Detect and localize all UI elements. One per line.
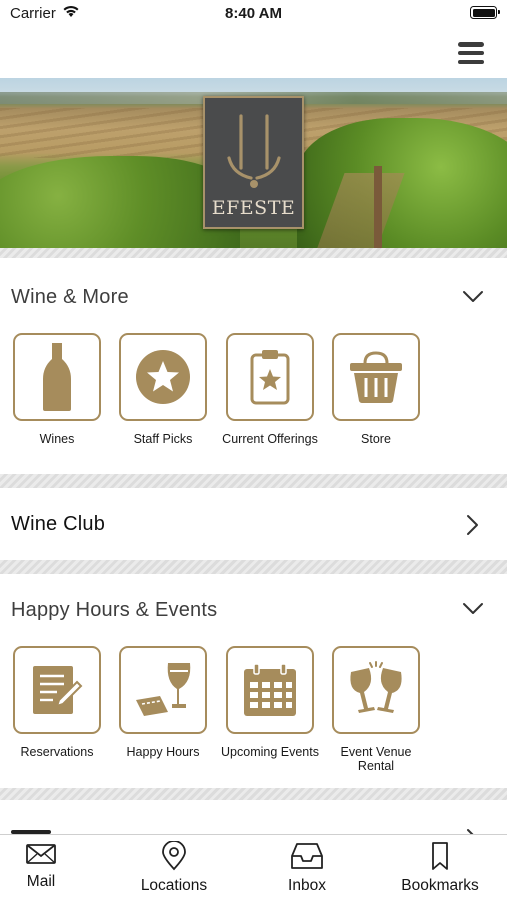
nav-bar: [0, 30, 507, 78]
tile-staff-picks[interactable]: [119, 333, 207, 421]
hero-banner-image: EFESTE: [0, 78, 507, 248]
chevron-right-icon[interactable]: [466, 514, 480, 536]
tile-event-venue-rental[interactable]: [332, 646, 420, 734]
section-title-wine-more[interactable]: Wine & More: [11, 286, 129, 309]
star-icon: [136, 350, 190, 404]
logo-mark-icon: [227, 114, 281, 188]
tile-reservations[interactable]: [13, 646, 101, 734]
tile-label-current-offerings: Current Offerings: [222, 432, 318, 446]
section-divider: [0, 248, 507, 258]
calendar-icon: [244, 663, 296, 716]
section-divider: [0, 560, 507, 574]
section-title-happy-hours-events[interactable]: Happy Hours & Events: [11, 599, 217, 622]
section-title-wine-club[interactable]: Wine Club: [11, 513, 105, 536]
battery-icon: [470, 6, 500, 19]
wine-bottle-icon: [43, 343, 71, 411]
tile-label-upcoming-events: Upcoming Events: [221, 745, 319, 759]
bookmark-icon: [432, 842, 448, 870]
tile-label-happy-hours: Happy Hours: [126, 745, 200, 759]
tab-label-bookmarks: Bookmarks: [401, 877, 479, 894]
tile-label-reservations: Reservations: [20, 745, 94, 759]
toast-glasses-icon: [350, 661, 402, 713]
brand-name: EFESTE: [211, 197, 296, 219]
basket-icon: [350, 351, 402, 403]
tile-label-wines: Wines: [39, 432, 75, 446]
tile-label-event-venue-rental: Event Venue Rental: [340, 745, 412, 773]
location-pin-icon: [162, 841, 186, 871]
tile-wines[interactable]: [13, 333, 101, 421]
tile-label-store: Store: [361, 432, 391, 446]
tab-locations[interactable]: Locations: [124, 835, 224, 900]
tab-inbox[interactable]: Inbox: [270, 835, 344, 900]
section-divider: [0, 474, 507, 488]
tab-label-mail: Mail: [26, 873, 56, 890]
clock: 8:40 AM: [225, 5, 282, 22]
brand-logo: EFESTE: [203, 96, 304, 229]
status-bar: Carrier 8:40 AM: [0, 0, 507, 30]
tile-store[interactable]: [332, 333, 420, 421]
clipboard-star-icon: [250, 350, 290, 405]
tab-mail[interactable]: Mail: [0, 835, 82, 900]
section-divider: [0, 788, 507, 800]
tab-label-locations: Locations: [140, 877, 208, 894]
wine-glass-ticket-icon: [136, 663, 191, 716]
tab-bookmarks[interactable]: Bookmarks: [392, 835, 488, 900]
tile-happy-hours[interactable]: [119, 646, 207, 734]
tab-bar: Mail Locations Inbox Bookmarks: [0, 834, 507, 900]
chevron-down-icon[interactable]: [462, 290, 484, 304]
tile-upcoming-events[interactable]: [226, 646, 314, 734]
notepad-pencil-icon: [33, 666, 83, 714]
tile-label-staff-picks: Staff Picks: [133, 432, 193, 446]
tab-label-inbox: Inbox: [288, 877, 326, 894]
chevron-down-icon[interactable]: [462, 602, 484, 616]
tile-current-offerings[interactable]: [226, 333, 314, 421]
inbox-icon: [291, 843, 323, 869]
hamburger-menu-icon[interactable]: [457, 40, 485, 66]
mail-icon: [26, 844, 56, 864]
